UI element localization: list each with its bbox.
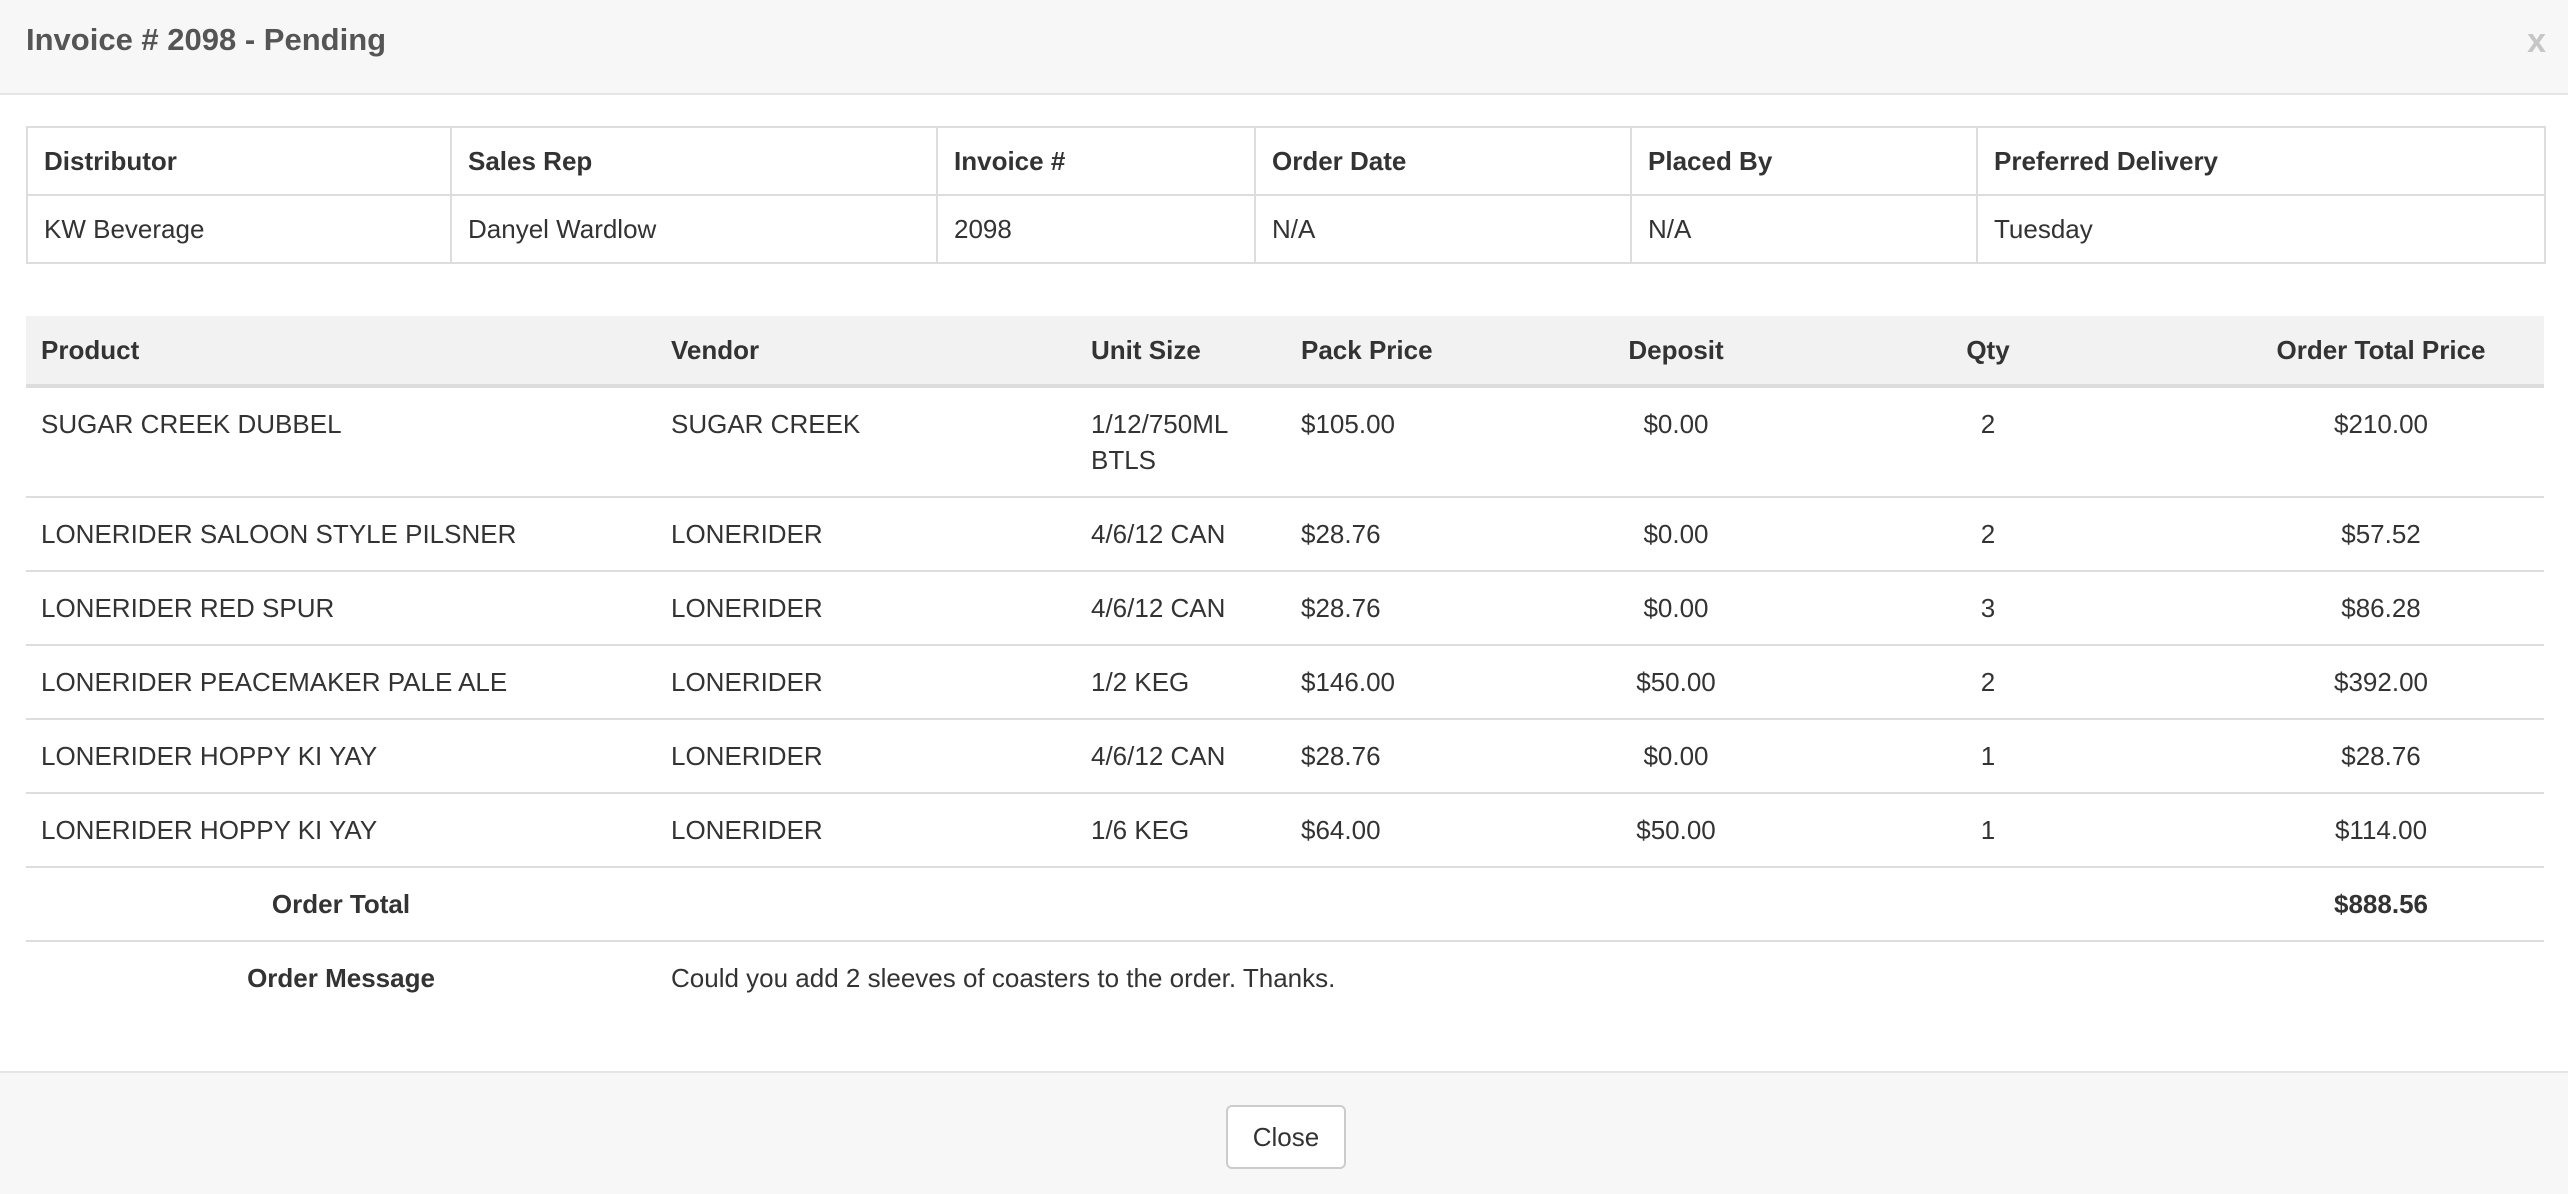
total-price: $86.28 — [2218, 570, 2544, 645]
table-row: LONERIDER HOPPY KI YAY LONERIDER 4/6/12 … — [26, 718, 2544, 793]
pack-price: $64.00 — [1286, 792, 1594, 867]
pack-price: $28.76 — [1286, 496, 1594, 571]
info-sales-rep: Danyel Wardlow — [450, 194, 938, 264]
order-total-row: Order Total $888.56 — [26, 866, 2544, 942]
info-header-placed-by: Placed By — [1630, 126, 1978, 196]
qty: 1 — [1758, 792, 2218, 867]
unit-size: 1/2 KEG — [1076, 644, 1286, 719]
vendor-name: LONERIDER — [656, 644, 1076, 719]
info-invoice-number: 2098 — [936, 194, 1256, 264]
column-header-vendor: Vendor — [656, 316, 1076, 388]
column-header-product: Product — [26, 316, 656, 388]
product-name: LONERIDER HOPPY KI YAY — [26, 718, 656, 793]
deposit: $0.00 — [1643, 409, 1709, 439]
column-header-unit-size: Unit Size — [1076, 316, 1286, 388]
order-total-value: $888.56 — [2218, 866, 2544, 942]
close-icon[interactable]: x — [2527, 22, 2546, 61]
pack-price: $28.76 — [1286, 570, 1594, 645]
modal-footer: Close — [0, 1071, 2568, 1194]
unit-size: 4/6/12 CAN — [1076, 718, 1286, 793]
total-price: $210.00 — [2334, 409, 2428, 439]
qty: 2 — [1980, 409, 1996, 439]
modal-header: Invoice # 2098 - Pending x — [0, 0, 2568, 95]
info-distributor: KW Beverage — [26, 194, 452, 264]
order-message: Could you add 2 sleeves of coasters to t… — [671, 963, 1336, 993]
order-total-spacer — [656, 866, 2218, 942]
qty: 3 — [1758, 570, 2218, 645]
info-placed-by: N/A — [1630, 194, 1978, 264]
products-header-row: Product Vendor Unit Size Pack Price Depo… — [26, 316, 2544, 388]
pack-price: $146.00 — [1286, 644, 1594, 719]
product-name: SUGAR CREEK DUBBEL — [41, 409, 342, 439]
qty: 2 — [1758, 644, 2218, 719]
unit-size: 4/6/12 CAN — [1076, 496, 1286, 571]
unit-size: 1/6 KEG — [1076, 792, 1286, 867]
total-price: $114.00 — [2218, 792, 2544, 867]
column-header-pack-price: Pack Price — [1286, 316, 1594, 388]
info-preferred-delivery: Tuesday — [1976, 194, 2546, 264]
deposit: $50.00 — [1594, 644, 1758, 719]
info-header-order-date: Order Date — [1254, 126, 1632, 196]
info-header-preferred-delivery: Preferred Delivery — [1976, 126, 2546, 196]
modal-title: Invoice # 2098 - Pending — [26, 22, 387, 57]
order-message-row: Order Message Could you add 2 sleeves of… — [26, 941, 2544, 1014]
product-name: LONERIDER RED SPUR — [26, 570, 656, 645]
table-row: LONERIDER PEACEMAKER PALE ALE LONERIDER … — [26, 644, 2544, 719]
products-table: Product Vendor Unit Size Pack Price Depo… — [26, 316, 2544, 1014]
total-price: $392.00 — [2218, 644, 2544, 719]
order-message-label: Order Message — [247, 963, 435, 993]
info-value-row: KW Beverage Danyel Wardlow 2098 N/A N/A … — [26, 194, 2546, 264]
product-name: LONERIDER PEACEMAKER PALE ALE — [26, 644, 656, 719]
vendor-name: LONERIDER — [656, 570, 1076, 645]
qty: 1 — [1758, 718, 2218, 793]
deposit: $0.00 — [1594, 570, 1758, 645]
vendor-name: LONERIDER — [656, 496, 1076, 571]
pack-price: $28.76 — [1286, 718, 1594, 793]
info-header-row: Distributor Sales Rep Invoice # Order Da… — [26, 126, 2546, 196]
info-header-sales-rep: Sales Rep — [450, 126, 938, 196]
product-name: LONERIDER SALOON STYLE PILSNER — [26, 496, 656, 571]
vendor-name: SUGAR CREEK — [671, 409, 861, 439]
invoice-modal: Invoice # 2098 - Pending x Distributor S… — [0, 0, 2568, 1194]
pack-price: $105.00 — [1301, 409, 1395, 439]
table-row: LONERIDER HOPPY KI YAY LONERIDER 1/6 KEG… — [26, 792, 2544, 867]
product-name: LONERIDER HOPPY KI YAY — [26, 792, 656, 867]
total-price: $57.52 — [2218, 496, 2544, 571]
deposit: $0.00 — [1594, 718, 1758, 793]
unit-size: 1/12/750ML BTLS — [1091, 409, 1228, 475]
table-row: LONERIDER RED SPUR LONERIDER 4/6/12 CAN … — [26, 570, 2544, 645]
vendor-name: LONERIDER — [656, 792, 1076, 867]
column-header-deposit: Deposit — [1594, 316, 1758, 388]
unit-size: 4/6/12 CAN — [1076, 570, 1286, 645]
info-header-invoice-number: Invoice # — [936, 126, 1256, 196]
table-row: SUGAR CREEK DUBBEL SUGAR CREEK 1/12/750M… — [26, 386, 2544, 497]
column-header-qty: Qty — [1758, 316, 2218, 388]
table-row: LONERIDER SALOON STYLE PILSNER LONERIDER… — [26, 496, 2544, 571]
column-header-order-total-price: Order Total Price — [2218, 316, 2544, 388]
vendor-name: LONERIDER — [656, 718, 1076, 793]
order-total-label: Order Total — [26, 866, 656, 942]
invoice-info-table: Distributor Sales Rep Invoice # Order Da… — [26, 126, 2546, 264]
total-price: $28.76 — [2218, 718, 2544, 793]
close-button[interactable]: Close — [1226, 1105, 1346, 1169]
qty: 2 — [1758, 496, 2218, 571]
deposit: $50.00 — [1594, 792, 1758, 867]
info-order-date: N/A — [1254, 194, 1632, 264]
info-header-distributor: Distributor — [26, 126, 452, 196]
deposit: $0.00 — [1594, 496, 1758, 571]
